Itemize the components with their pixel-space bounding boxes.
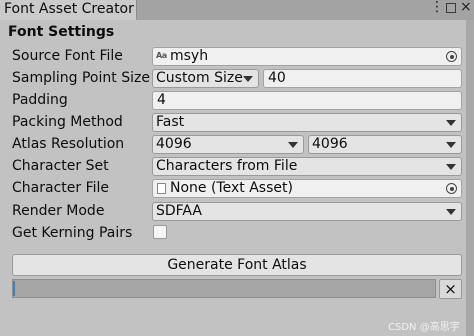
dropdown-arrow-icon — [446, 142, 456, 148]
sampling-mode-value: Custom Size — [156, 70, 243, 86]
get-kerning-pairs-checkbox[interactable] — [153, 225, 167, 239]
dropdown-arrow-icon — [288, 142, 298, 148]
atlas-resolution-label: Atlas Resolution — [12, 136, 125, 152]
render-mode-value: SDFAA — [156, 203, 202, 219]
source-font-file-value: msyh — [170, 48, 209, 64]
tab-font-asset-creator[interactable]: Font Asset Creator — [0, 0, 137, 20]
character-file-label: Character File — [12, 180, 109, 196]
clear-progress-button[interactable]: × — [439, 279, 462, 299]
vertical-scrollbar[interactable] — [466, 20, 474, 336]
maximize-icon[interactable] — [446, 3, 456, 13]
section-title: Font Settings — [8, 24, 115, 40]
packing-method-label: Packing Method — [12, 114, 123, 130]
character-file-field[interactable]: None (Text Asset) — [152, 179, 462, 198]
atlas-height-value: 4096 — [312, 136, 348, 152]
character-set-dropdown[interactable]: Characters from File — [152, 157, 462, 176]
object-picker-icon[interactable] — [446, 51, 457, 62]
character-file-value: None (Text Asset) — [170, 180, 293, 196]
get-kerning-pairs-label: Get Kerning Pairs — [12, 225, 133, 241]
font-asset-icon: Aa — [156, 51, 167, 60]
packing-method-value: Fast — [156, 114, 185, 130]
sampling-mode-dropdown[interactable]: Custom Size — [152, 69, 259, 88]
dropdown-arrow-icon — [446, 164, 456, 170]
watermark: CSDN @高思宇 — [388, 322, 460, 333]
kebab-menu-icon[interactable]: ⋮ — [430, 0, 444, 15]
dropdown-arrow-icon — [446, 120, 456, 126]
point-size-value: 40 — [268, 70, 286, 86]
atlas-height-dropdown[interactable]: 4096 — [308, 135, 462, 154]
point-size-input[interactable]: 40 — [263, 69, 462, 88]
dropdown-arrow-icon — [243, 76, 253, 82]
window-title: Font Asset Creator — [4, 1, 134, 17]
atlas-width-dropdown[interactable]: 4096 — [152, 135, 304, 154]
character-set-value: Characters from File — [156, 158, 298, 174]
tab-bar: Font Asset Creator ⋮ × — [0, 0, 474, 20]
text-asset-icon — [157, 183, 166, 194]
source-font-file-label: Source Font File — [12, 48, 123, 64]
packing-method-dropdown[interactable]: Fast — [152, 113, 462, 132]
sampling-point-size-label: Sampling Point Size — [12, 70, 150, 86]
character-set-label: Character Set — [12, 158, 109, 174]
close-icon[interactable]: × — [460, 0, 472, 15]
padding-label: Padding — [12, 92, 68, 108]
atlas-width-value: 4096 — [156, 136, 192, 152]
render-mode-label: Render Mode — [12, 203, 105, 219]
object-picker-icon[interactable] — [446, 183, 457, 194]
render-mode-dropdown[interactable]: SDFAA — [152, 202, 462, 221]
generate-font-atlas-button[interactable]: Generate Font Atlas — [12, 254, 462, 276]
dropdown-arrow-icon — [446, 209, 456, 215]
progress-fill — [13, 281, 15, 296]
source-font-file-field[interactable]: Aa msyh — [152, 47, 462, 66]
padding-value: 4 — [157, 92, 166, 108]
padding-input[interactable]: 4 — [152, 91, 462, 110]
progress-bar — [12, 279, 436, 298]
